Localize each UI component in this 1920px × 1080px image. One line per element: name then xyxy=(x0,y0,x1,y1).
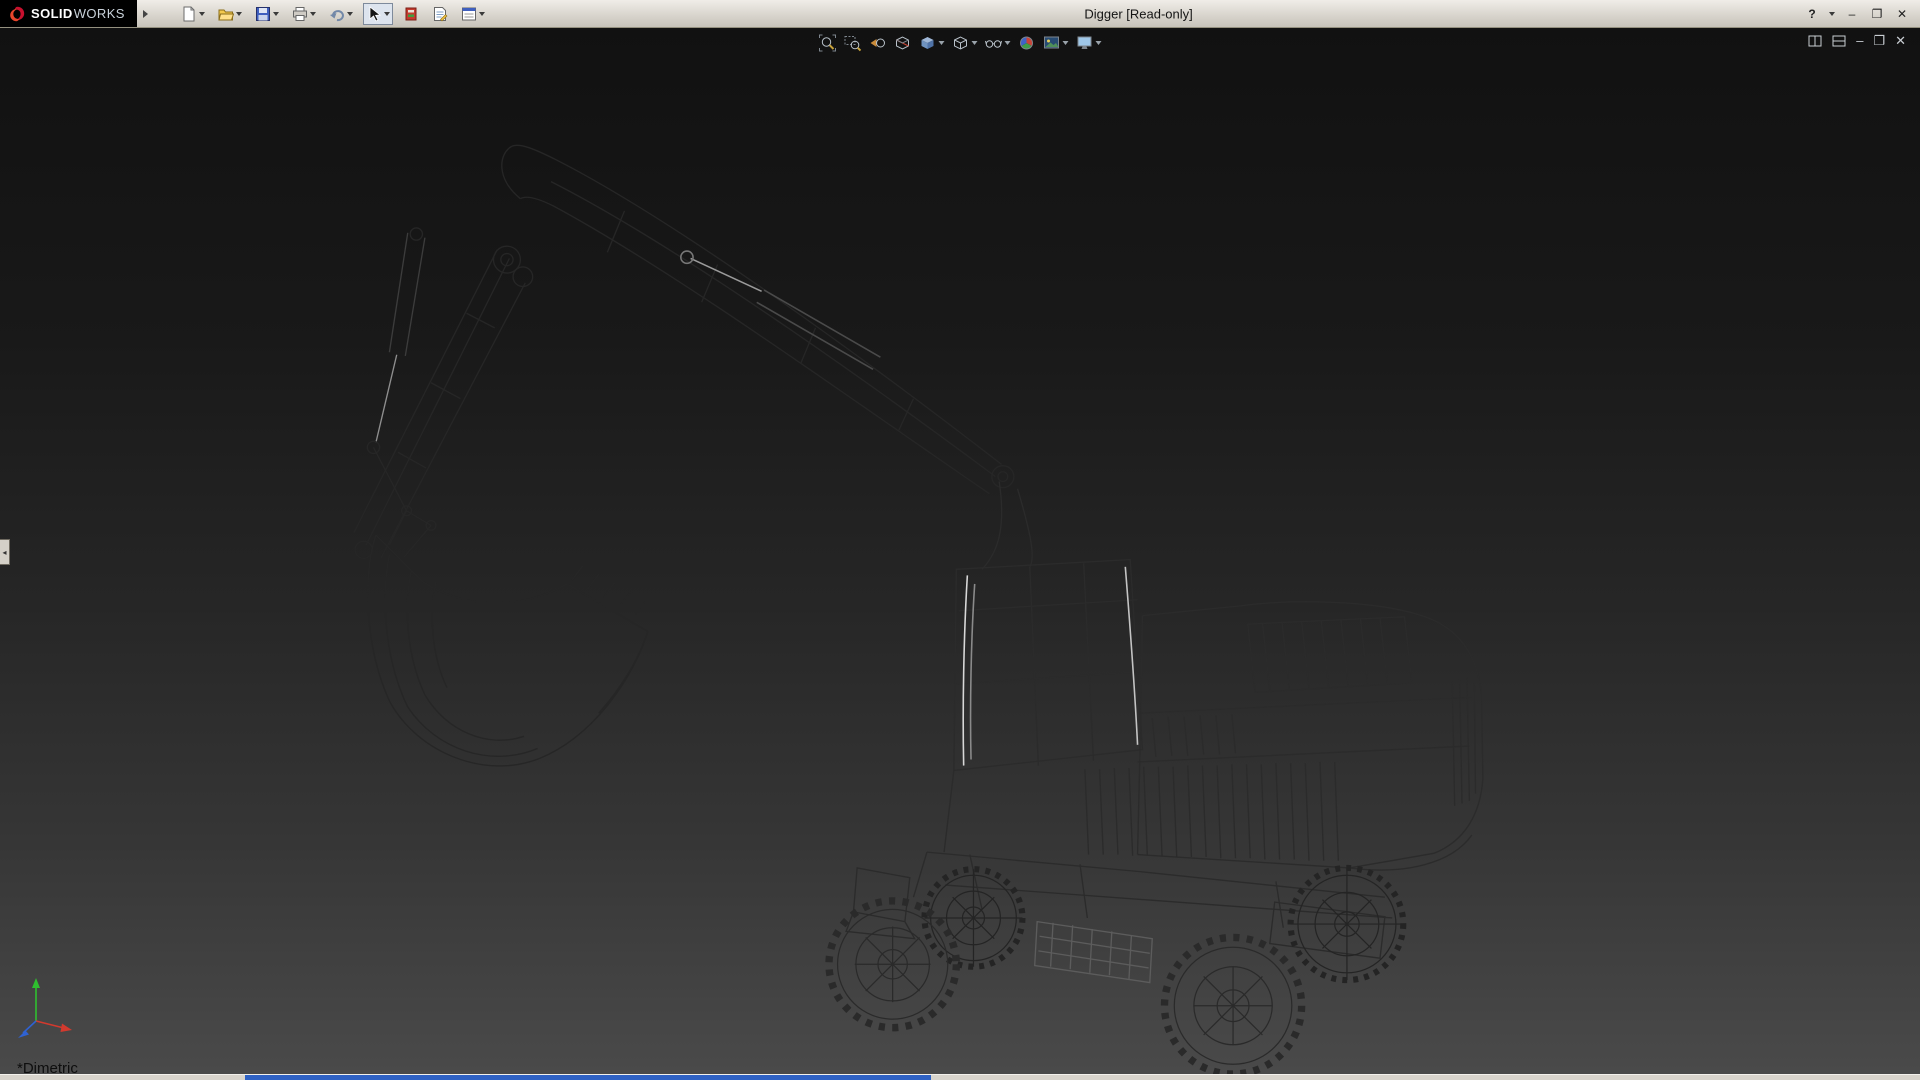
menu-flyout-arrow-icon[interactable] xyxy=(143,10,148,18)
section-view-icon xyxy=(894,34,912,52)
apply-scene-dropdown[interactable] xyxy=(1063,41,1069,45)
options-dropdown[interactable] xyxy=(479,12,485,16)
window-controls: ? – ❐ ✕ xyxy=(1804,6,1920,22)
window-title: Digger [Read-only] xyxy=(1084,6,1192,21)
heads-up-toolbar xyxy=(818,33,1103,53)
zoom-to-fit-button[interactable] xyxy=(818,33,838,53)
document-window-controls: – ❐ ✕ xyxy=(1808,34,1906,48)
help-button[interactable]: ? xyxy=(1804,6,1820,22)
toolbox-icon xyxy=(403,6,419,22)
options-form-icon xyxy=(461,6,477,22)
brand-name-light: WORKS xyxy=(74,6,125,21)
apply-scene-button[interactable] xyxy=(1042,33,1070,53)
orientation-triad xyxy=(6,967,86,1047)
hide-show-glasses-icon xyxy=(985,34,1003,52)
display-style-dropdown[interactable] xyxy=(939,41,945,45)
apply-scene-icon xyxy=(1043,34,1061,52)
hide-show-items-button[interactable] xyxy=(984,33,1012,53)
app-close-button[interactable]: ✕ xyxy=(1894,6,1910,22)
new-document-button[interactable] xyxy=(178,3,208,25)
new-document-icon xyxy=(181,6,197,22)
doc-restore-button[interactable]: ❐ xyxy=(1873,34,1885,48)
doc-minimize-button[interactable]: – xyxy=(1856,34,1863,48)
edit-appearance-button[interactable] xyxy=(1017,33,1037,53)
print-icon xyxy=(292,6,308,22)
taskbar-active-app-segment[interactable] xyxy=(245,1075,931,1080)
view-orientation-cube-icon xyxy=(952,34,970,52)
view-orientation-label: *Dimetric xyxy=(17,1060,78,1074)
undo-dropdown[interactable] xyxy=(347,12,353,16)
open-button[interactable] xyxy=(215,3,245,25)
save-floppy-icon xyxy=(255,6,271,22)
section-view-button[interactable] xyxy=(893,33,913,53)
titlebar: SOLID WORKS xyxy=(0,0,1920,28)
view-settings-dropdown[interactable] xyxy=(1096,41,1102,45)
help-dropdown[interactable] xyxy=(1829,12,1835,16)
save-button[interactable] xyxy=(252,3,282,25)
split-pane-vertical-icon[interactable] xyxy=(1808,34,1822,48)
brand-name-bold: SOLID xyxy=(31,6,73,21)
zoom-to-fit-icon xyxy=(819,34,837,52)
zoom-to-area-icon xyxy=(844,34,862,52)
standard-toolbar xyxy=(178,3,488,25)
graphics-viewport[interactable]: – ❐ ✕ ◂ *Dimetric xyxy=(0,28,1920,1074)
print-dropdown[interactable] xyxy=(310,12,316,16)
open-dropdown[interactable] xyxy=(236,12,242,16)
file-properties-icon xyxy=(432,6,448,22)
zoom-to-area-button[interactable] xyxy=(843,33,863,53)
undo-button[interactable] xyxy=(326,3,356,25)
display-style-icon xyxy=(919,34,937,52)
new-document-dropdown[interactable] xyxy=(199,12,205,16)
taskbar-strip xyxy=(0,1074,1920,1080)
doc-close-button[interactable]: ✕ xyxy=(1895,34,1906,48)
print-button[interactable] xyxy=(289,3,319,25)
previous-view-button[interactable] xyxy=(868,33,888,53)
toolbox-button[interactable] xyxy=(400,3,422,25)
view-orientation-button[interactable] xyxy=(951,33,979,53)
dassault-systemes-logo-icon xyxy=(8,5,26,23)
file-properties-button[interactable] xyxy=(429,3,451,25)
options-button[interactable] xyxy=(458,3,488,25)
view-settings-monitor-icon xyxy=(1076,34,1094,52)
edit-appearance-ball-icon xyxy=(1018,34,1036,52)
previous-view-icon xyxy=(869,34,887,52)
select-cursor-icon xyxy=(366,6,382,22)
select-tool-button[interactable] xyxy=(363,3,393,25)
collapse-arrow-icon: ◂ xyxy=(2,548,6,557)
excavator-wireframe-model[interactable] xyxy=(0,28,1920,1074)
view-settings-button[interactable] xyxy=(1075,33,1103,53)
solidworks-logo[interactable]: SOLID WORKS xyxy=(0,0,137,27)
app-minimize-button[interactable]: – xyxy=(1844,6,1860,22)
display-style-button[interactable] xyxy=(918,33,946,53)
app-maximize-button[interactable]: ❐ xyxy=(1869,6,1885,22)
open-folder-icon xyxy=(218,6,234,22)
solidworks-window: SOLID WORKS xyxy=(0,0,1920,1080)
split-pane-horizontal-icon[interactable] xyxy=(1832,34,1846,48)
undo-icon xyxy=(329,6,345,22)
view-orientation-dropdown[interactable] xyxy=(972,41,978,45)
panel-collapse-tab[interactable]: ◂ xyxy=(0,539,10,565)
save-dropdown[interactable] xyxy=(273,12,279,16)
select-tool-dropdown[interactable] xyxy=(384,12,390,16)
hide-show-items-dropdown[interactable] xyxy=(1005,41,1011,45)
